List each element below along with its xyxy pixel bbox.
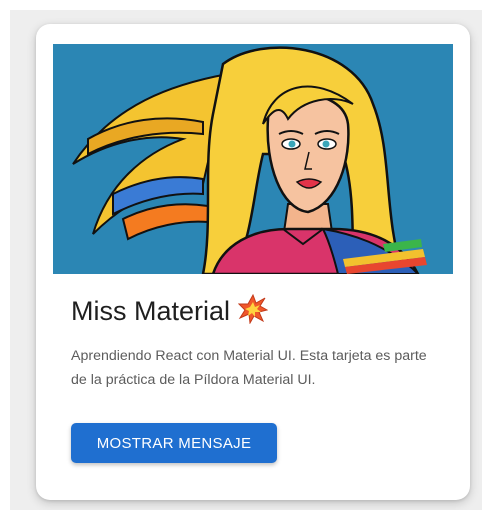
- collision-icon: [237, 293, 269, 332]
- show-message-button[interactable]: MOSTRAR MENSAJE: [71, 423, 277, 463]
- card-title-text: Miss Material: [71, 296, 231, 327]
- card-title: Miss Material: [71, 293, 269, 332]
- card-description: Aprendiendo React con Material UI. Esta …: [71, 348, 427, 388]
- heroine-illustration: [53, 44, 453, 274]
- card: Miss Material Aprendiendo React con Mate…: [36, 24, 470, 500]
- card-media-image: [53, 44, 453, 274]
